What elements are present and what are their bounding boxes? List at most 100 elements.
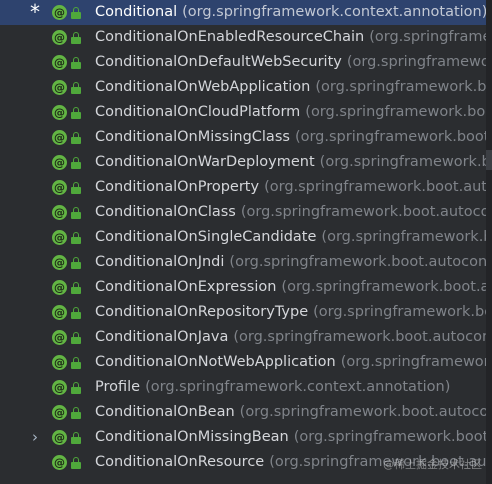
class-label: ConditionalOnExpression (org.springframew… <box>95 275 486 300</box>
class-name: ConditionalOnExpression <box>95 279 277 295</box>
tree-row[interactable]: @ ConditionalOnSingleCandidate (org.spring… <box>0 225 486 250</box>
annotation-icon: @ <box>52 280 67 295</box>
chevron-right-icon[interactable]: › <box>26 425 44 450</box>
type-hierarchy-tree: * @ Conditional (org.springframework.contex… <box>0 0 486 484</box>
package-name: (org.springframework.boot.autoconfigure.… <box>319 154 486 170</box>
class-name: ConditionalOnEnabledResourceChain <box>95 29 365 45</box>
tree-toggle <box>26 225 44 250</box>
tree-row[interactable]: @ ConditionalOnDefaultWebSecurity (org.spr… <box>0 50 486 75</box>
tree-toggle <box>26 50 44 75</box>
annotation-icon: @ <box>52 380 67 395</box>
annotation-icon: @ <box>52 55 67 70</box>
package-name: (org.springframework.boot.autoconfigure.… <box>239 404 486 420</box>
class-name: ConditionalOnProperty <box>95 179 260 195</box>
tree-row[interactable]: * @ Conditional (org.springframework.contex… <box>0 0 486 25</box>
class-name: ConditionalOnWarDeployment <box>95 154 315 170</box>
tree-row[interactable]: @ ConditionalOnMissingClass (org.springfra… <box>0 125 486 150</box>
watermark: @稀土掘金技术社区 <box>383 458 482 471</box>
package-name: (org.springframework.boot.autoconfigure.… <box>281 279 486 295</box>
class-label: ConditionalOnCloudPlatform (org.springfra… <box>95 100 486 125</box>
class-name: ConditionalOnMissingBean <box>95 429 289 445</box>
package-name: (org.springframework.context.annotation) <box>145 379 451 395</box>
package-name: (org.springframework.boot.autoconfigure.… <box>315 79 486 95</box>
lock-icon <box>71 457 81 469</box>
annotation-icon: @ <box>52 430 67 445</box>
class-label: ConditionalOnMissingClass (org.springfram… <box>95 125 486 150</box>
class-name: ConditionalOnJndi <box>95 254 225 270</box>
class-label: ConditionalOnJndi (org.springframework.bo… <box>95 250 486 275</box>
tree-row[interactable]: @ ConditionalOnEnabledResourceChain (org.s… <box>0 25 486 50</box>
class-label: ConditionalOnJava (org.springframework.bo… <box>95 325 486 350</box>
lock-icon <box>71 432 81 444</box>
tree-toggle <box>26 350 44 375</box>
tree-row[interactable]: @ ConditionalOnExpression (org.springframe… <box>0 275 486 300</box>
class-name: ConditionalOnJava <box>95 329 229 345</box>
annotation-icon: @ <box>52 5 67 20</box>
tree-row[interactable]: @ ConditionalOnNotWebApplication (org.spri… <box>0 350 486 375</box>
class-name: ConditionalOnSingleCandidate <box>95 229 317 245</box>
tree-row[interactable]: @ ConditionalOnJava (org.springframework.b… <box>0 325 486 350</box>
class-name: ConditionalOnNotWebApplication <box>95 354 336 370</box>
package-name: (org.springframework.boot.autoconfigure.… <box>229 254 486 270</box>
tree-toggle[interactable]: * <box>26 0 44 25</box>
class-name: ConditionalOnCloudPlatform <box>95 104 301 120</box>
class-name: Profile <box>95 379 141 395</box>
annotation-icon: @ <box>52 405 67 420</box>
class-label: Conditional (org.springframework.context.… <box>95 0 486 25</box>
tree-toggle <box>26 450 44 475</box>
class-label: ConditionalOnNotWebApplication (org.sprin… <box>95 350 486 375</box>
tree-row[interactable]: › @ ConditionalOnMissingBean (org.springfra… <box>0 425 486 450</box>
class-name: ConditionalOnBean <box>95 404 235 420</box>
tree-row[interactable]: @ Profile (org.springframework.context.ann… <box>0 375 486 400</box>
lock-icon <box>71 232 81 244</box>
tree-toggle <box>26 300 44 325</box>
annotation-icon: @ <box>52 330 67 345</box>
tree-row[interactable]: @ ConditionalOnBean (org.springframework.b… <box>0 400 486 425</box>
tree-row[interactable]: @ ConditionalOnProperty (org.springframewo… <box>0 175 486 200</box>
annotation-icon: @ <box>52 130 67 145</box>
tree-row[interactable]: @ ConditionalOnWebApplication (org.springf… <box>0 75 486 100</box>
tree-toggle <box>26 150 44 175</box>
tree-row[interactable]: @ ConditionalOnClass (org.springframework.… <box>0 200 486 225</box>
scrollbar-thumb[interactable] <box>486 150 492 170</box>
annotation-icon: @ <box>52 205 67 220</box>
package-name: (org.springframework.boot.autoconfigure.… <box>340 354 486 370</box>
annotation-icon: @ <box>52 355 67 370</box>
lock-icon <box>71 182 81 194</box>
lock-icon <box>71 407 81 419</box>
tree-toggle <box>26 175 44 200</box>
class-label: Profile (org.springframework.context.anno… <box>95 375 450 400</box>
package-name: (org.springframework.context.annotation) <box>182 4 486 20</box>
vertical-scrollbar[interactable] <box>486 0 492 484</box>
class-label: ConditionalOnSingleCandidate (org.springf… <box>95 225 486 250</box>
annotation-icon: @ <box>52 105 67 120</box>
class-label: ConditionalOnProperty (org.springframewor… <box>95 175 486 200</box>
package-name: (org.springframework.boot.autoconfigure.… <box>233 329 486 345</box>
package-name: (org.springframework.boot.autoconfigure.… <box>294 129 486 145</box>
class-name: ConditionalOnDefaultWebSecurity <box>95 54 342 70</box>
tree-toggle <box>26 125 44 150</box>
lock-icon <box>71 382 81 394</box>
lock-icon <box>71 157 81 169</box>
tree-row[interactable]: @ ConditionalOnCloudPlatform (org.springfr… <box>0 100 486 125</box>
tree-toggle <box>26 275 44 300</box>
package-name: (org.springframework.boot.autoconfigure.… <box>369 29 486 45</box>
tree-toggle <box>26 400 44 425</box>
tree-toggle <box>26 375 44 400</box>
tree-toggle <box>26 250 44 275</box>
tree-row[interactable]: @ ConditionalOnRepositoryType (org.springf… <box>0 300 486 325</box>
annotation-icon: @ <box>52 255 67 270</box>
tree-row[interactable]: @ ConditionalOnWarDeployment (org.springfr… <box>0 150 486 175</box>
tree-toggle <box>26 325 44 350</box>
package-name: (org.springframework.boot.autoconfigure.… <box>305 104 486 120</box>
class-name: Conditional <box>95 4 178 20</box>
tree-row[interactable]: @ ConditionalOnJndi (org.springframework.b… <box>0 250 486 275</box>
lock-icon <box>71 132 81 144</box>
class-name: ConditionalOnResource <box>95 454 265 470</box>
lock-icon <box>71 282 81 294</box>
package-name: (org.springframework.boot.autoconfigure.… <box>313 304 486 320</box>
class-label: ConditionalOnWebApplication (org.springfr… <box>95 75 486 100</box>
class-name: ConditionalOnWebApplication <box>95 79 311 95</box>
class-label: ConditionalOnMissingBean (org.springframe… <box>95 425 486 450</box>
lock-icon <box>71 207 81 219</box>
